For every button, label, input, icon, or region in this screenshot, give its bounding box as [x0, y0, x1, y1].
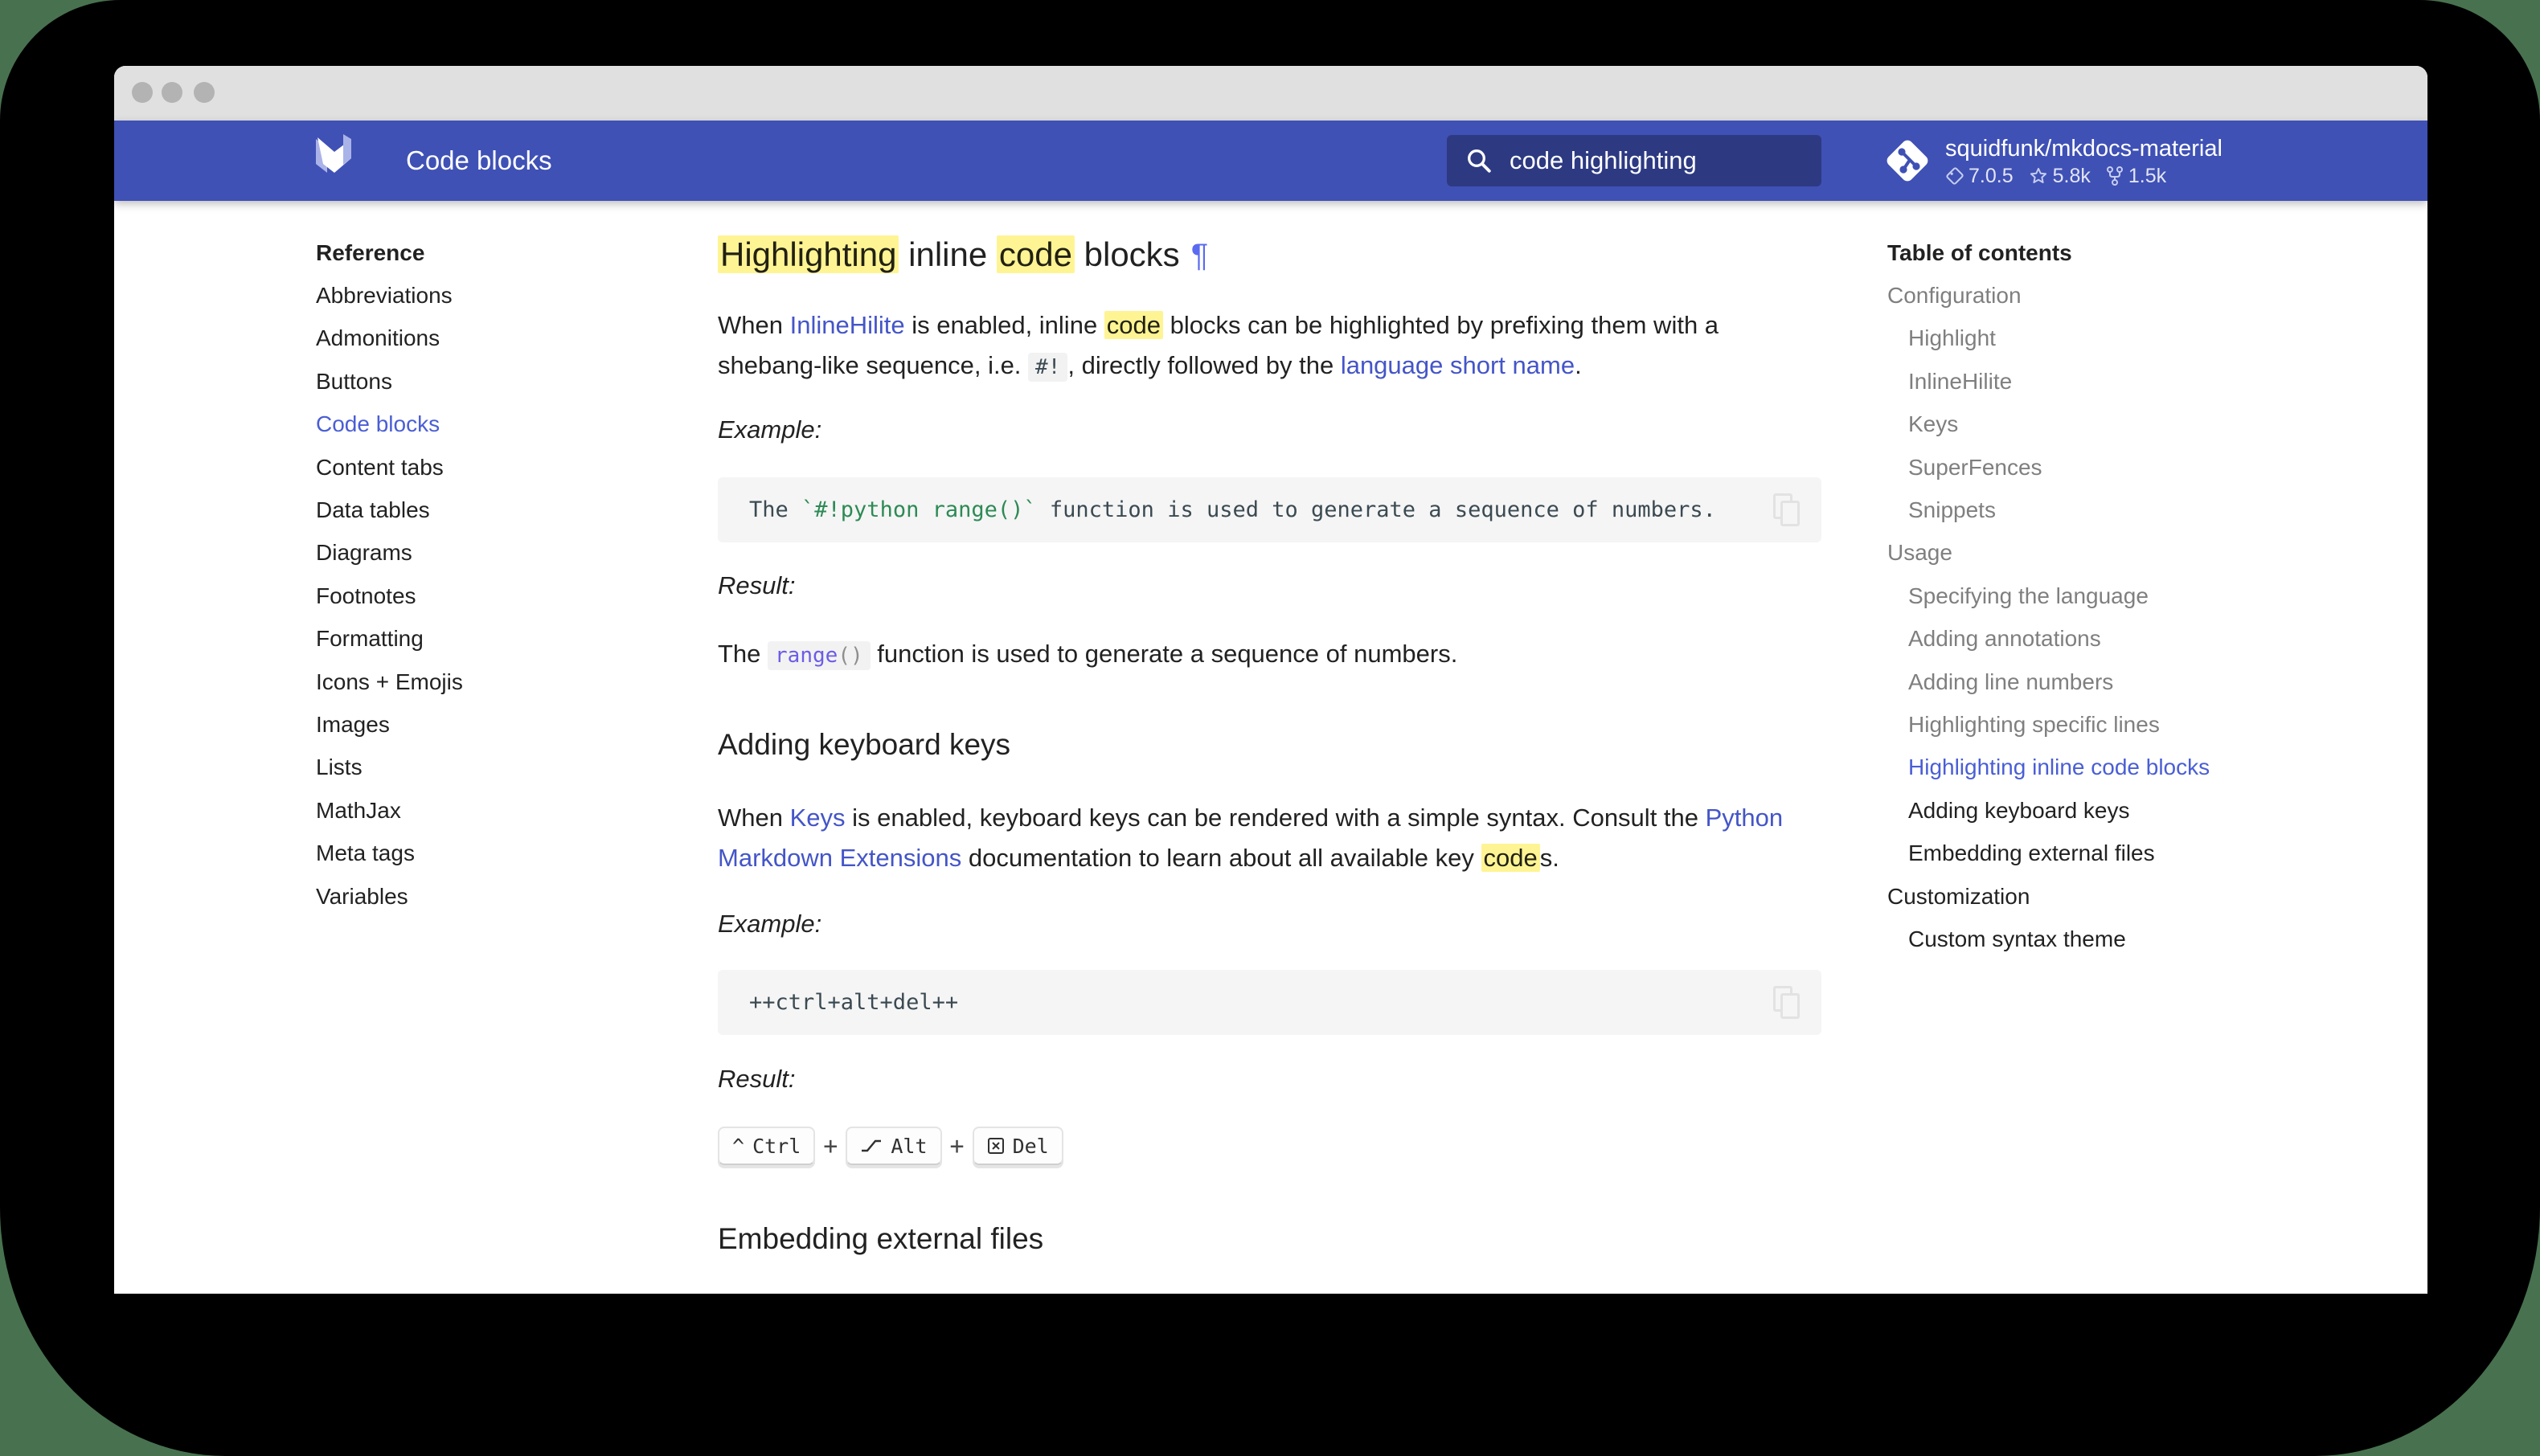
delete-key-icon	[987, 1137, 1005, 1155]
sidebar-item-mathjax[interactable]: MathJax	[316, 789, 605, 832]
repo-forks: 1.5k	[2128, 165, 2166, 188]
paragraph-range-result: The range() function is used to generate…	[718, 634, 1821, 676]
repo-version: 7.0.5	[1968, 165, 2014, 188]
highlighted-term: code	[997, 235, 1075, 273]
repo-stats: 7.0.5 5.8k	[1945, 165, 2222, 188]
highlighted-term: code	[1104, 311, 1163, 339]
inline-code: #!	[1028, 353, 1067, 382]
example-label-2: Example:	[718, 910, 821, 939]
page-title: Code blocks	[406, 121, 552, 201]
toc-item-snippets[interactable]: Snippets	[1887, 489, 2337, 531]
paragraph-keys: When Keys is enabled, keyboard keys can …	[718, 798, 1821, 878]
sidebar-item-abbreviations[interactable]: Abbreviations	[316, 274, 605, 317]
paragraph-inlinehilite: When InlineHilite is enabled, inline cod…	[718, 305, 1821, 387]
app-header: Code blocks squidfunk/mkdocs-material	[114, 121, 2427, 201]
toc-item-highlight[interactable]: Highlight	[1887, 317, 2337, 360]
repo-link[interactable]: squidfunk/mkdocs-material 7.0.5 5.8k	[1879, 130, 2222, 191]
keyboard-keys-row: ^Ctrl + Alt + Del	[718, 1127, 1063, 1165]
heading-embedding-external-files: Embedding external files	[718, 1222, 1043, 1256]
sidebar-nav: Reference AbbreviationsAdmonitionsButton…	[316, 231, 605, 918]
sidebar-item-formatting[interactable]: Formatting	[316, 618, 605, 661]
window-titlebar	[114, 66, 2427, 121]
alt-key-icon	[860, 1139, 883, 1153]
result-label-2: Result:	[718, 1065, 795, 1094]
toc-item-adding-annotations[interactable]: Adding annotations	[1887, 618, 2337, 661]
sidebar-item-icons-emojis[interactable]: Icons + Emojis	[316, 661, 605, 703]
search-bar[interactable]	[1447, 135, 1821, 186]
toc-item-keys[interactable]: Keys	[1887, 403, 2337, 446]
browser-window: Code blocks squidfunk/mkdocs-material	[114, 66, 2427, 1294]
window-close-button[interactable]	[132, 82, 153, 103]
toc-item-specifying-the-language[interactable]: Specifying the language	[1887, 575, 2337, 617]
key-separator: +	[823, 1132, 838, 1160]
table-of-contents: Table of contents ConfigurationHighlight…	[1887, 231, 2337, 961]
heading-adding-keyboard-keys: Adding keyboard keys	[718, 728, 1010, 762]
toc-item-superfences[interactable]: SuperFences	[1887, 446, 2337, 489]
link-language-short-name[interactable]: language short name	[1341, 351, 1575, 379]
toc-item-customization[interactable]: Customization	[1887, 875, 2337, 918]
version-tag-icon	[1945, 166, 1964, 186]
sidebar-item-meta-tags[interactable]: Meta tags	[316, 832, 605, 874]
search-icon	[1465, 146, 1493, 175]
kbd-alt: Alt	[846, 1127, 941, 1165]
sidebar-item-lists[interactable]: Lists	[316, 746, 605, 789]
repo-stars: 5.8k	[2053, 165, 2091, 188]
sidebar-item-data-tables[interactable]: Data tables	[316, 489, 605, 531]
kbd-ctrl: ^Ctrl	[718, 1127, 815, 1165]
sidebar-item-content-tabs[interactable]: Content tabs	[316, 446, 605, 489]
repo-name: squidfunk/mkdocs-material	[1945, 134, 2222, 163]
link-keys[interactable]: Keys	[790, 804, 846, 832]
fork-icon	[2105, 166, 2124, 186]
example-label: Example:	[718, 415, 821, 444]
link-python-markdown-extensions[interactable]: Python Markdown Extensions	[718, 804, 1783, 872]
search-input[interactable]	[1510, 146, 1799, 175]
toc-item-inlinehilite[interactable]: InlineHilite	[1887, 360, 2337, 403]
highlighted-term: Highlighting	[718, 235, 899, 273]
toc-item-embedding-external-files[interactable]: Embedding external files	[1887, 832, 2337, 874]
kbd-del: Del	[973, 1127, 1063, 1165]
toc-item-custom-syntax-theme[interactable]: Custom syntax theme	[1887, 918, 2337, 960]
toc-item-highlighting-inline-code-blocks[interactable]: Highlighting inline code blocks	[1887, 746, 2337, 789]
sidebar-item-diagrams[interactable]: Diagrams	[316, 532, 605, 575]
sidebar-item-admonitions[interactable]: Admonitions	[316, 317, 605, 360]
sidebar-item-variables[interactable]: Variables	[316, 875, 605, 918]
sidebar-item-code-blocks[interactable]: Code blocks	[316, 403, 605, 446]
highlighted-term: code	[1481, 844, 1540, 872]
toc-title: Table of contents	[1887, 231, 2337, 274]
sidebar-item-footnotes[interactable]: Footnotes	[316, 575, 605, 617]
inline-code: range()	[768, 641, 871, 670]
key-separator: +	[950, 1132, 965, 1160]
copy-to-clipboard-icon[interactable]	[1773, 986, 1801, 1020]
window-minimize-button[interactable]	[162, 82, 182, 103]
toc-item-adding-keyboard-keys[interactable]: Adding keyboard keys	[1887, 789, 2337, 832]
heading-anchor-pilcrow[interactable]: ¶	[1191, 238, 1208, 273]
code-block-example-2: ++ctrl+alt+del++	[718, 970, 1821, 1035]
toc-item-usage[interactable]: Usage	[1887, 532, 2337, 575]
copy-to-clipboard-icon[interactable]	[1773, 493, 1801, 527]
toc-item-highlighting-specific-lines[interactable]: Highlighting specific lines	[1887, 703, 2337, 746]
code-highlight-green: `#!python range()`	[801, 497, 1037, 522]
caret-key-symbol: ^	[732, 1135, 744, 1158]
alt-key-symbol	[860, 1139, 883, 1153]
sidebar-item-buttons[interactable]: Buttons	[316, 360, 605, 403]
git-repo-icon	[1879, 130, 1936, 191]
window-maximize-button[interactable]	[194, 82, 215, 103]
star-icon	[2028, 166, 2049, 186]
code-block-example-1: The `#!python range()` function is used …	[718, 477, 1821, 542]
link-inlinehilite[interactable]: InlineHilite	[790, 311, 905, 339]
toc-item-configuration[interactable]: Configuration	[1887, 274, 2337, 317]
sidebar-item-images[interactable]: Images	[316, 703, 605, 746]
toc-item-adding-line-numbers[interactable]: Adding line numbers	[1887, 661, 2337, 703]
mkdocs-material-logo-icon[interactable]	[316, 134, 353, 173]
result-label: Result:	[718, 571, 795, 600]
del-key-symbol	[987, 1137, 1005, 1155]
article-heading: Highlighting inline code blocks¶	[718, 232, 1208, 278]
nav-section-title: Reference	[316, 231, 605, 274]
